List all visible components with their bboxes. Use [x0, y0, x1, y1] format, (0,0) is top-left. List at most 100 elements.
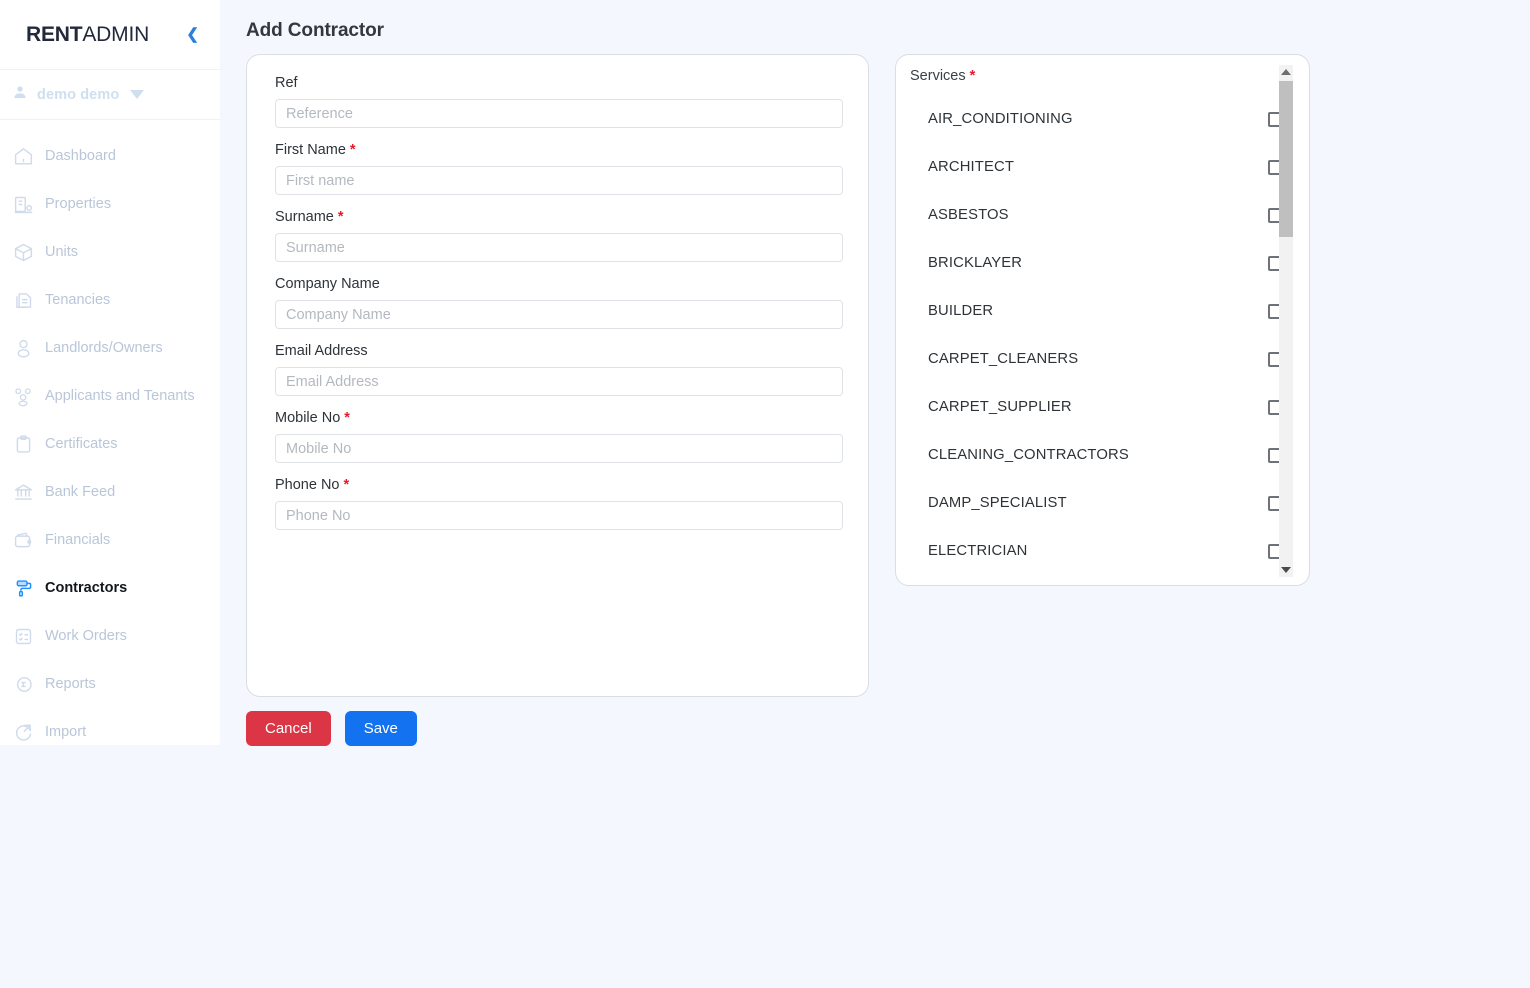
input-surname[interactable] [275, 233, 843, 262]
sidebar-item-label: Units [45, 244, 79, 260]
triangle-down-icon[interactable] [1279, 563, 1293, 577]
chevron-left-icon[interactable]: ❮ [182, 25, 203, 44]
app-logo: RENTADMIN [26, 23, 149, 47]
service-row[interactable]: CLEANING_CONTRACTORS [896, 431, 1309, 479]
field-label: Mobile No * [275, 410, 843, 426]
service-name: BRICKLAYER [928, 255, 1023, 271]
input-mobile-no[interactable] [275, 434, 843, 463]
import-icon [12, 721, 34, 743]
input-email-address[interactable] [275, 367, 843, 396]
sidebar-item-contractors[interactable]: Contractors [0, 564, 220, 612]
form-actions: Cancel Save [246, 711, 417, 747]
triangle-up-icon[interactable] [1279, 65, 1293, 79]
field-label-text: Surname [275, 209, 334, 225]
sidebar-item-financials[interactable]: Financials [0, 516, 220, 564]
save-button[interactable]: Save [344, 711, 417, 747]
caret-down-icon [130, 90, 145, 99]
sidebar-item-label: Properties [45, 196, 112, 212]
checklist-icon [12, 625, 34, 647]
service-row[interactable]: ELECTRICIAN [896, 527, 1309, 575]
sidebar-item-label: Financials [45, 532, 111, 548]
field-label-text: Phone No [275, 477, 340, 493]
sidebar-item-work-orders[interactable]: Work Orders [0, 612, 220, 660]
input-company-name[interactable] [275, 300, 843, 329]
sidebar-item-label: Applicants and Tenants [45, 388, 195, 404]
sidebar-item-reports[interactable]: Reports [0, 660, 220, 708]
services-card: Services * AIR_CONDITIONING ARCHITECT ASBE… [895, 54, 1310, 586]
sidebar-item-bank-feed[interactable]: Bank Feed [0, 468, 220, 516]
service-name: CLEANING_CONTRACTORS [928, 447, 1129, 463]
service-row[interactable]: BRICKLAYER [896, 239, 1309, 287]
service-row[interactable]: ARCHITECT [896, 143, 1309, 191]
input-ref[interactable] [275, 99, 843, 128]
input-phone-no[interactable] [275, 501, 843, 530]
home-icon [12, 145, 34, 167]
service-row[interactable]: BUILDER [896, 287, 1309, 335]
services-label-text: Services [910, 68, 966, 84]
brand-light: ADMIN [82, 22, 150, 46]
service-name: BUILDER [928, 303, 994, 319]
sidebar-item-label: Certificates [45, 436, 118, 452]
sidebar-item-dashboard[interactable]: Dashboard [0, 132, 220, 180]
sidebar-item-applicants-and-tenants[interactable]: Applicants and Tenants [0, 372, 220, 420]
brand-row: RENTADMIN ❮ [0, 0, 220, 70]
sidebar-item-landlords-owners[interactable]: Landlords/Owners [0, 324, 220, 372]
main-content: Add Contractor RefFirst Name *Surname *C… [220, 0, 1530, 988]
user-icon [12, 84, 28, 105]
sidebar-item-properties[interactable]: Properties [0, 180, 220, 228]
user-name: demo demo [37, 86, 120, 103]
service-name: CARPET_CLEANERS [928, 351, 1079, 367]
bank-icon [12, 481, 34, 503]
field-label-text: Mobile No [275, 410, 341, 426]
wallet-icon [12, 529, 34, 551]
service-name: AIR_CONDITIONING [928, 111, 1073, 127]
cancel-button[interactable]: Cancel [246, 711, 331, 747]
form-field: Phone No * [275, 477, 843, 530]
sidebar-item-label: Dashboard [45, 148, 116, 164]
documents-icon [12, 289, 34, 311]
field-label: Company Name [275, 276, 843, 292]
field-label: Email Address [275, 343, 843, 359]
form-field: First Name * [275, 142, 843, 195]
sidebar-item-import[interactable]: Import [0, 708, 220, 756]
sidebar-item-units[interactable]: Units [0, 228, 220, 276]
field-label-text: Company Name [275, 276, 380, 292]
scrollbar-thumb[interactable] [1279, 81, 1293, 237]
field-label: Phone No * [275, 477, 843, 493]
input-first-name[interactable] [275, 166, 843, 195]
app-root: RENTADMIN ❮ demo demo Dashboard Properti… [0, 0, 1530, 988]
sidebar-item-tenancies[interactable]: Tenancies [0, 276, 220, 324]
service-row[interactable]: AIR_CONDITIONING [896, 95, 1309, 143]
sidebar-item-label: Contractors [45, 580, 128, 596]
sidebar-item-label: Landlords/Owners [45, 340, 163, 356]
service-row[interactable]: CARPET_SUPPLIER [896, 383, 1309, 431]
services-scrollbar[interactable] [1279, 65, 1293, 577]
required-marker: * [339, 477, 350, 493]
sidebar-item-label: Tenancies [45, 292, 111, 308]
service-row[interactable]: ASBESTOS [896, 191, 1309, 239]
field-label: Ref [275, 75, 843, 91]
form-field: Mobile No * [275, 410, 843, 463]
report-icon [12, 673, 34, 695]
clipboard-icon [12, 433, 34, 455]
field-label-text: First Name [275, 142, 346, 158]
required-marker: * [340, 410, 350, 426]
field-label: Surname * [275, 209, 843, 225]
sidebar-item-label: Reports [45, 676, 96, 692]
service-row[interactable]: DAMP_SPECIALIST [896, 479, 1309, 527]
sidebar-nav: Dashboard Properties Units Tenancies Lan… [0, 120, 220, 756]
contractor-form-card: Ref First Name * Surname * Company Name Emai… [246, 54, 869, 697]
form-field: Email Address [275, 343, 843, 396]
person-icon [12, 337, 34, 359]
field-label-text: Email Address [275, 343, 368, 359]
contractor-form-fields: Ref First Name * Surname * Company Name Emai… [247, 55, 868, 530]
sidebar-item-label: Import [45, 724, 87, 740]
field-label-text: Ref [275, 75, 298, 91]
sidebar-item-certificates[interactable]: Certificates [0, 420, 220, 468]
user-menu[interactable]: demo demo [0, 70, 220, 120]
sidebar: RENTADMIN ❮ demo demo Dashboard Properti… [0, 0, 220, 745]
service-name: ARCHITECT [928, 159, 1015, 175]
sidebar-item-label: Bank Feed [45, 484, 116, 500]
service-row[interactable]: CARPET_CLEANERS [896, 335, 1309, 383]
brand-bold: RENT [26, 22, 83, 46]
